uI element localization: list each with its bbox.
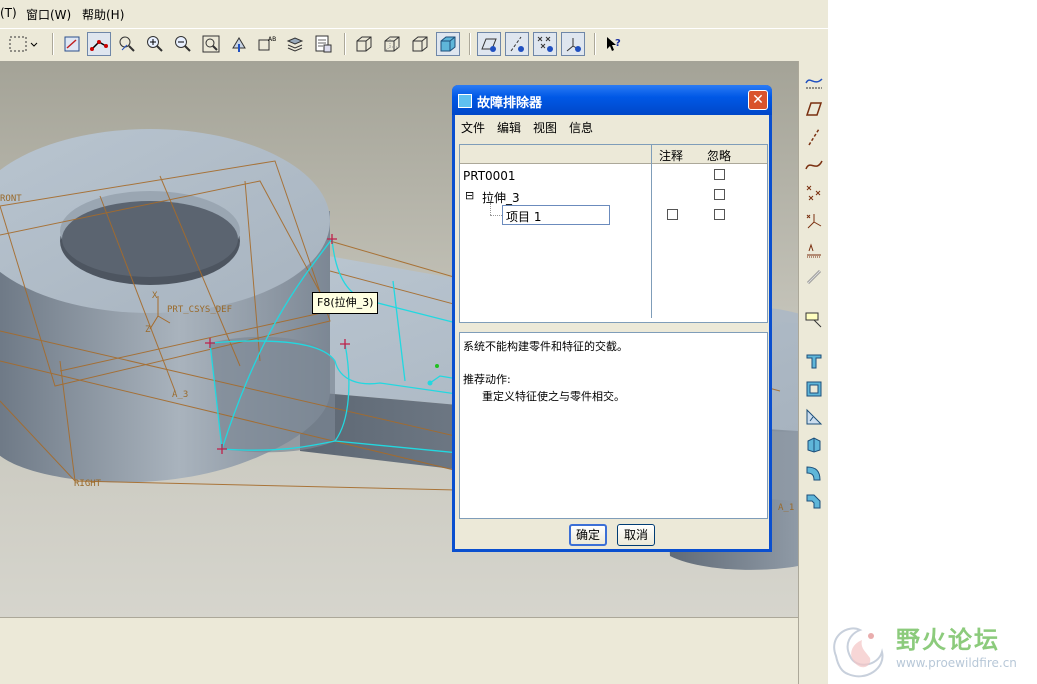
tree-item-part[interactable]: PRT0001 — [463, 169, 516, 183]
model-tree-icon[interactable] — [311, 32, 335, 56]
draft-icon[interactable] — [802, 433, 826, 457]
menu-file[interactable]: 文件 — [461, 119, 485, 136]
svg-text:AB: AB — [268, 36, 276, 43]
menu-info[interactable]: 信息 — [569, 119, 593, 136]
dialog-menu-bar: 文件 编辑 视图 信息 — [455, 115, 769, 139]
csys-z-label: Z — [145, 325, 151, 335]
reorient-icon[interactable] — [227, 32, 251, 56]
round-icon[interactable] — [802, 461, 826, 485]
right-toolbar — [798, 61, 828, 684]
forum-name: 野火论坛 — [896, 626, 1000, 654]
menu-tools[interactable]: (T) — [0, 6, 17, 20]
error-message: 系统不能构建零件和特征的交截。 — [463, 340, 628, 353]
tree-header: 注释 忽略 — [460, 145, 767, 164]
top-toolbar: AB ? — [0, 28, 828, 62]
menu-edit[interactable]: 编辑 — [497, 119, 521, 136]
column-ignore[interactable]: 忽略 — [707, 147, 731, 164]
ignore-checkbox-item[interactable] — [714, 209, 725, 220]
datum-axis-tool-icon[interactable] — [802, 125, 826, 149]
tree-item-issue[interactable]: 项目 1 — [506, 208, 541, 225]
forum-watermark: 野火论坛 www.proewildfire.cn — [826, 612, 1037, 684]
datum-curve-sketch-icon[interactable] — [802, 69, 826, 93]
tree-item-feature[interactable]: 拉伸_3 — [482, 189, 520, 206]
ok-button[interactable]: 确定 — [569, 524, 607, 546]
menu-window[interactable]: 窗口(W) — [26, 6, 71, 23]
datum-curve-icon[interactable] — [802, 153, 826, 177]
shaded-icon[interactable] — [436, 32, 460, 56]
tree-collapse-icon[interactable]: ⊟ — [465, 189, 474, 202]
menu-bar: (T) 窗口(W) 帮助(H) — [0, 0, 828, 28]
close-button[interactable]: ✕ — [748, 90, 768, 110]
cancel-button[interactable]: 取消 — [617, 524, 655, 546]
svg-text:?: ? — [615, 38, 621, 49]
extrude-icon[interactable] — [802, 349, 826, 373]
rib-icon[interactable] — [802, 405, 826, 429]
window-icon — [458, 94, 472, 108]
datum-display-icon[interactable] — [87, 32, 111, 56]
plane-display-icon[interactable] — [477, 32, 501, 56]
context-help-icon[interactable]: ? — [602, 32, 626, 56]
datum-front-label: RONT — [0, 194, 22, 204]
sketch-view-icon[interactable] — [60, 32, 84, 56]
forum-url: www.proewildfire.cn — [896, 656, 1017, 670]
annotation-checkbox-item[interactable] — [667, 209, 678, 220]
recommended-action: 重定义特征使之与零件相交。 — [482, 390, 625, 403]
ignore-checkbox-part[interactable] — [714, 169, 725, 180]
csys-display-icon[interactable] — [561, 32, 585, 56]
column-annotation[interactable]: 注释 — [659, 147, 683, 164]
zoom-in-icon[interactable] — [143, 32, 167, 56]
menu-help[interactable]: 帮助(H) — [82, 6, 124, 23]
select-box-icon[interactable] — [5, 32, 41, 56]
datum-point-icon[interactable] — [802, 181, 826, 205]
chain-icon[interactable] — [802, 265, 826, 289]
axis-display-icon[interactable] — [505, 32, 529, 56]
datum-plane-icon[interactable] — [802, 97, 826, 121]
point-display-icon[interactable] — [533, 32, 557, 56]
wireframe-icon[interactable] — [352, 32, 376, 56]
dialog-title: 故障排除器 — [477, 96, 543, 111]
layers-icon[interactable] — [283, 32, 307, 56]
datum-right-label: RIGHT — [74, 479, 102, 489]
hole-icon[interactable] — [802, 377, 826, 401]
hidden-line-icon[interactable] — [380, 32, 404, 56]
feature-tooltip: F8(拉伸_3) — [312, 292, 379, 314]
column-divider[interactable] — [651, 145, 652, 318]
saved-views-icon[interactable]: AB — [255, 32, 279, 56]
troubleshooter-dialog: 故障排除器 ✕ 文件 编辑 视图 信息 注释 忽略 PRT0001 ⊟ 拉伸_3… — [452, 85, 772, 552]
refit-icon[interactable] — [199, 32, 223, 56]
datum-axis-icon[interactable] — [115, 32, 139, 56]
axis-a3-label: A_3 — [172, 390, 189, 400]
feature-tree-panel: 注释 忽略 PRT0001 ⊟ 拉伸_3 项目 1 — [459, 144, 768, 323]
zoom-out-icon[interactable] — [171, 32, 195, 56]
dialog-titlebar[interactable]: 故障排除器 ✕ — [452, 85, 772, 115]
axis-a1-label: A_1 — [778, 503, 795, 513]
recommended-action-heading: 推荐动作: — [463, 373, 511, 386]
chamfer-icon[interactable] — [802, 489, 826, 513]
no-hidden-icon[interactable] — [408, 32, 432, 56]
analysis-icon[interactable] — [802, 237, 826, 261]
flame-logo-icon — [833, 627, 884, 678]
csys-tool-icon[interactable] — [802, 209, 826, 233]
csys-x-label: X — [152, 291, 158, 301]
annotation-icon[interactable] — [802, 307, 826, 331]
message-area — [0, 617, 798, 684]
message-panel: 系统不能构建零件和特征的交截。 推荐动作: 重定义特征使之与零件相交。 — [459, 332, 768, 519]
csys-label: PRT_CSYS_DEF — [167, 305, 233, 315]
ignore-checkbox-feature[interactable] — [714, 189, 725, 200]
menu-view[interactable]: 视图 — [533, 119, 557, 136]
